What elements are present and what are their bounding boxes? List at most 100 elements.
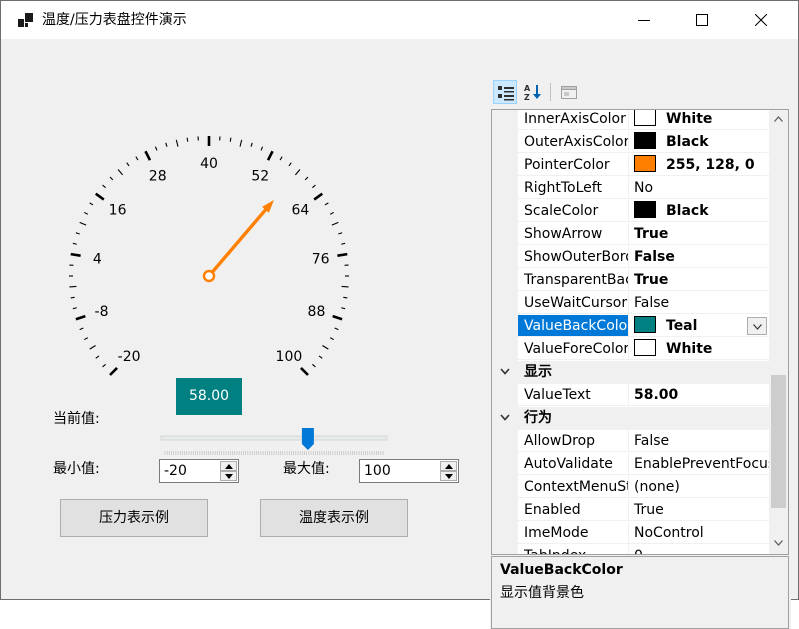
property-value[interactable]: 58.00 xyxy=(629,384,770,406)
property-name[interactable]: ValueBackColor xyxy=(518,315,629,337)
property-row[interactable]: PointerColor255, 128, 0 xyxy=(492,154,770,177)
value-dropdown-button[interactable] xyxy=(747,317,767,335)
property-name[interactable]: TabIndex xyxy=(518,545,629,555)
property-name[interactable]: ValueText xyxy=(518,384,629,406)
property-value[interactable]: White xyxy=(629,109,770,130)
property-value[interactable]: True xyxy=(629,269,770,291)
collapse-chevron-icon[interactable] xyxy=(500,368,510,375)
category-name[interactable]: 显示 xyxy=(518,361,629,383)
min-increment-button[interactable] xyxy=(220,461,237,471)
row-margin xyxy=(492,453,518,476)
property-value[interactable]: Black xyxy=(629,131,770,153)
property-name[interactable]: ImeMode xyxy=(518,522,629,544)
row-margin xyxy=(492,430,518,453)
property-row[interactable]: TabIndex0 xyxy=(492,545,770,555)
pressure-example-button[interactable]: 压力表示例 xyxy=(60,499,208,537)
max-decrement-button[interactable] xyxy=(440,471,457,481)
property-value[interactable]: White xyxy=(629,338,770,360)
max-increment-button[interactable] xyxy=(440,461,457,471)
property-row[interactable]: RightToLeftNo xyxy=(492,177,770,200)
minor-tick xyxy=(96,356,99,358)
categorized-button[interactable] xyxy=(493,80,517,104)
property-name[interactable]: RightToLeft xyxy=(518,177,629,199)
property-list-scrollbar[interactable] xyxy=(769,110,788,554)
major-tick xyxy=(337,254,347,256)
collapse-chevron-icon[interactable] xyxy=(500,414,510,421)
property-pages-button[interactable] xyxy=(557,80,581,104)
property-row[interactable]: OuterAxisColorBlack xyxy=(492,131,770,154)
property-name[interactable]: PointerColor xyxy=(518,154,629,176)
minor-tick xyxy=(118,170,123,175)
major-tick xyxy=(96,194,104,200)
minimize-button[interactable] xyxy=(615,1,673,39)
color-swatch xyxy=(634,201,656,218)
property-name[interactable]: ContextMenuStrip xyxy=(518,476,629,498)
close-button[interactable] xyxy=(732,1,790,39)
row-margin xyxy=(492,338,518,361)
property-name[interactable]: AutoValidate xyxy=(518,453,629,475)
scale-label: 28 xyxy=(149,168,167,184)
property-row[interactable]: InnerAxisColorWhite xyxy=(492,109,770,131)
min-value-text[interactable]: -20 xyxy=(164,462,187,480)
property-name[interactable]: ShowArrow xyxy=(518,223,629,245)
property-name[interactable]: TransparentBackground xyxy=(518,269,629,291)
property-row[interactable]: ValueText58.00 xyxy=(492,384,770,407)
property-row[interactable]: ContextMenuStrip(none) xyxy=(492,476,770,499)
property-row[interactable]: ImeModeNoControl xyxy=(492,522,770,545)
property-row[interactable]: ShowOuterBorderFalse xyxy=(492,246,770,269)
minor-tick xyxy=(338,233,342,234)
property-value[interactable]: EnablePreventFocusChange xyxy=(629,453,770,475)
property-value[interactable]: (none) xyxy=(629,476,770,498)
max-value-stepper[interactable]: 100 xyxy=(359,459,459,483)
row-margin xyxy=(492,200,518,223)
slider-thumb[interactable] xyxy=(302,428,314,450)
property-row[interactable]: ShowArrowTrue xyxy=(492,223,770,246)
property-name[interactable]: UseWaitCursor xyxy=(518,292,629,314)
property-name[interactable]: InnerAxisColor xyxy=(518,109,629,130)
temperature-example-button[interactable]: 温度表示例 xyxy=(260,499,408,537)
property-row[interactable]: AutoValidateEnablePreventFocusChange xyxy=(492,453,770,476)
property-value[interactable]: True xyxy=(629,223,770,245)
min-decrement-button[interactable] xyxy=(220,471,237,481)
property-row[interactable]: AllowDropFalse xyxy=(492,430,770,453)
property-name[interactable]: ShowOuterBorder xyxy=(518,246,629,268)
property-row[interactable]: ValueBackColorTeal xyxy=(492,315,770,338)
property-row[interactable]: ScaleColorBlack xyxy=(492,200,770,223)
arrow-down-icon xyxy=(445,474,453,479)
max-value-text[interactable]: 100 xyxy=(364,462,391,480)
property-name[interactable]: Enabled xyxy=(518,499,629,521)
property-row[interactable]: UseWaitCursorFalse xyxy=(492,292,770,315)
property-category[interactable]: 行为 xyxy=(492,407,770,430)
property-value[interactable]: False xyxy=(629,246,770,268)
property-value[interactable]: Black xyxy=(629,200,770,222)
property-row[interactable]: ValueForeColorWhite xyxy=(492,338,770,361)
title-bar[interactable]: 温度/压力表盘控件演示 xyxy=(1,1,798,39)
property-value[interactable]: NoControl xyxy=(629,522,770,544)
property-row[interactable]: TransparentBackgroundTrue xyxy=(492,269,770,292)
property-row[interactable]: EnabledTrue xyxy=(492,499,770,522)
property-value[interactable]: False xyxy=(629,292,770,314)
property-name[interactable]: AllowDrop xyxy=(518,430,629,452)
scale-label: 16 xyxy=(109,203,127,219)
value-slider[interactable] xyxy=(157,427,391,461)
scrollbar-thumb[interactable] xyxy=(771,375,786,508)
property-name[interactable]: ValueForeColor xyxy=(518,338,629,360)
minor-tick xyxy=(289,163,291,166)
property-value[interactable]: 0 xyxy=(629,545,770,555)
property-value[interactable]: Teal xyxy=(629,315,770,337)
property-list[interactable]: InnerAxisColorWhiteOuterAxisColorBlackPo… xyxy=(491,109,789,555)
min-value-stepper[interactable]: -20 xyxy=(159,459,239,483)
major-tick xyxy=(333,316,343,319)
alphabetical-button[interactable]: A Z xyxy=(521,80,545,104)
scale-label: 40 xyxy=(200,156,218,172)
maximize-button[interactable] xyxy=(673,1,731,39)
minor-tick xyxy=(261,147,263,151)
property-value[interactable]: No xyxy=(629,177,770,199)
category-name[interactable]: 行为 xyxy=(518,407,629,429)
property-value[interactable]: 255, 128, 0 xyxy=(629,154,770,176)
property-value[interactable]: True xyxy=(629,499,770,521)
property-category[interactable]: 显示 xyxy=(492,361,770,384)
property-name[interactable]: OuterAxisColor xyxy=(518,131,629,153)
property-name[interactable]: ScaleColor xyxy=(518,200,629,222)
property-value[interactable]: False xyxy=(629,430,770,452)
